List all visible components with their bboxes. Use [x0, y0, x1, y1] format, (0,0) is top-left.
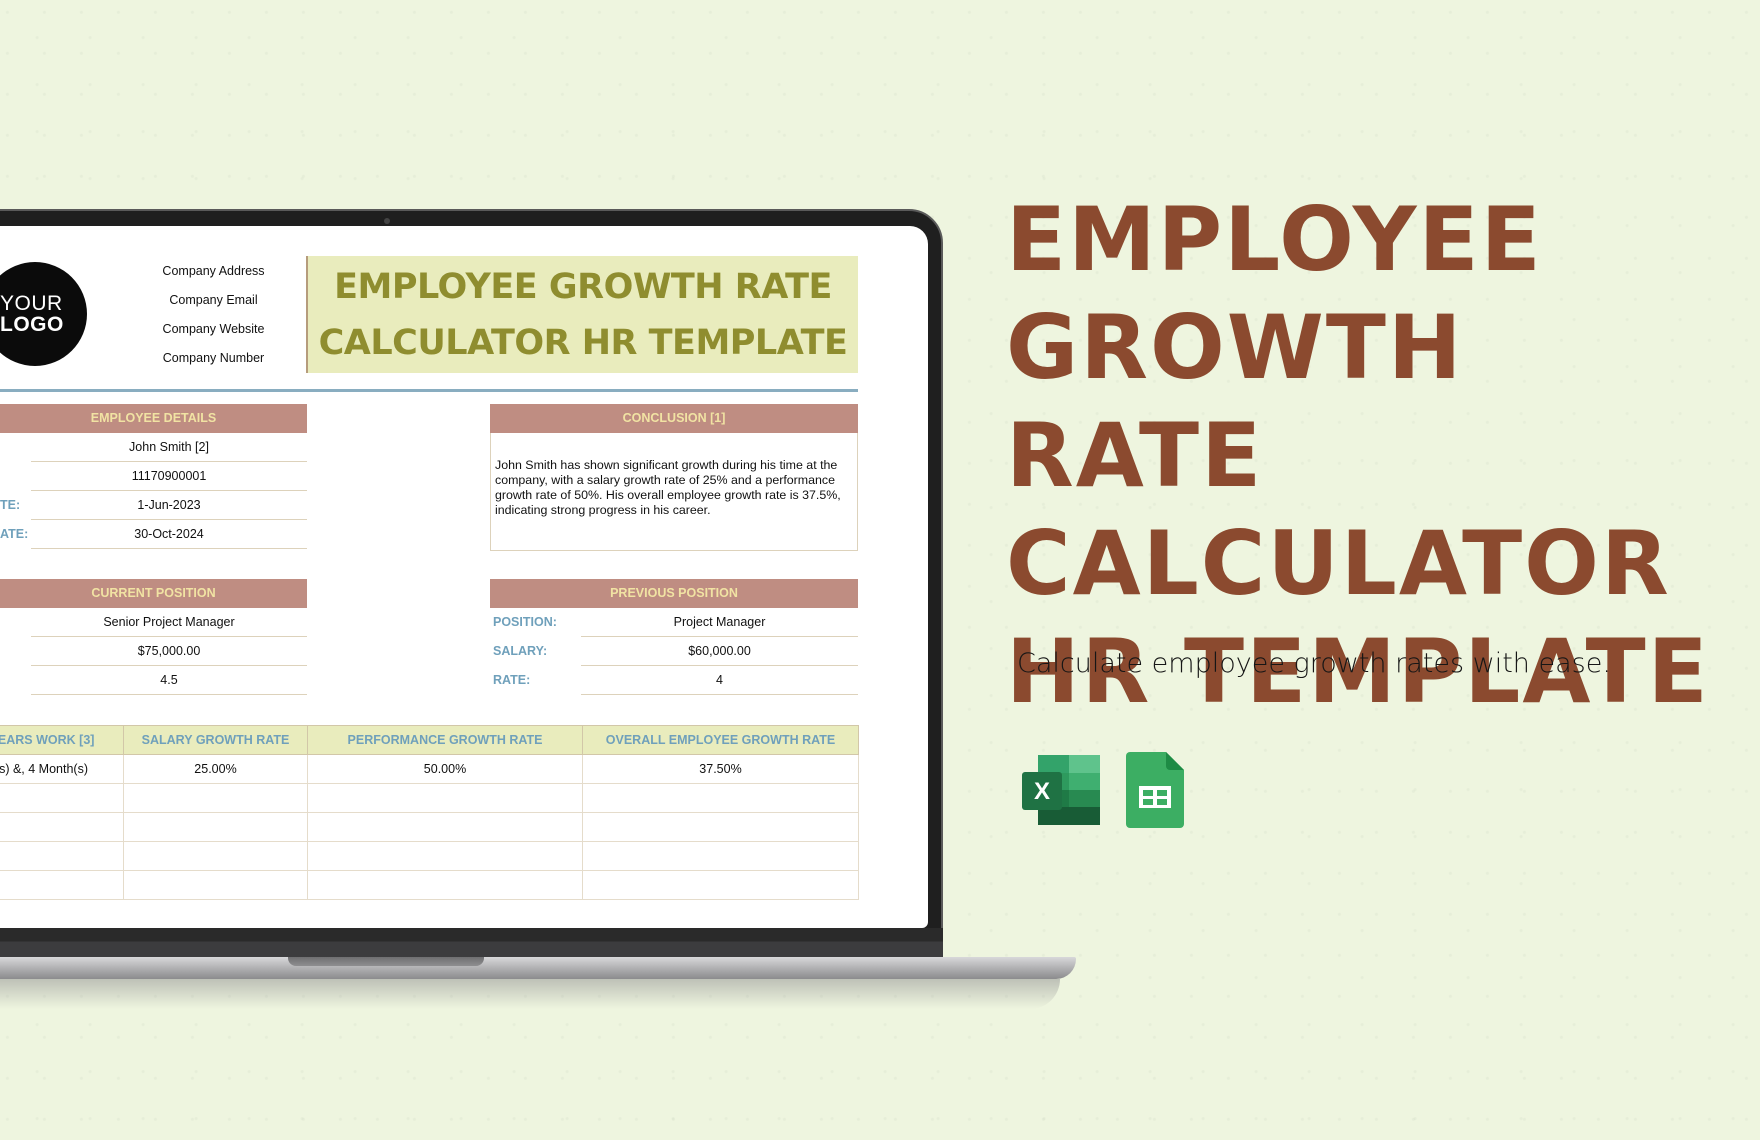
start-date-label: TE:: [0, 498, 21, 512]
conclusion-header: CONCLUSION [1]: [490, 404, 858, 433]
current-rate-cell[interactable]: 4.5: [31, 666, 307, 695]
overall-growth-cell[interactable]: 37.50%: [582, 754, 859, 784]
current-date-cell[interactable]: 30-Oct-2024: [31, 520, 307, 549]
previous-position-label: POSITION:: [493, 615, 557, 629]
table-cell[interactable]: [123, 812, 308, 842]
performance-growth-cell[interactable]: 50.00%: [307, 754, 583, 784]
current-rate-row: 4.5: [0, 666, 307, 695]
current-position-row: Senior Project Manager: [0, 608, 307, 637]
growth-rate-table: YEARS WORK [3] SALARY GROWTH RATE PERFOR…: [0, 725, 859, 900]
laptop-notch: [288, 957, 484, 966]
previous-rate-row: RATE: 4: [493, 666, 858, 695]
previous-salary-label: SALARY:: [493, 644, 548, 658]
table-cell[interactable]: [123, 870, 308, 900]
table-cell[interactable]: [123, 841, 308, 871]
previous-position-row: POSITION: Project Manager: [493, 608, 858, 637]
table-row: s) &, 4 Month(s) 25.00% 50.00% 37.50%: [0, 754, 859, 784]
sheet-title-line-1: EMPLOYEE GROWTH RATE: [334, 266, 832, 307]
table-cell[interactable]: [307, 783, 583, 813]
company-info: Company Address Company Email Company We…: [140, 262, 287, 378]
col-overall-growth-rate: OVERALL EMPLOYEE GROWTH RATE: [582, 725, 859, 755]
excel-icon[interactable]: X: [1022, 755, 1100, 825]
company-website[interactable]: Company Website: [140, 320, 287, 349]
company-number[interactable]: Company Number: [140, 349, 287, 378]
previous-position-header: PREVIOUS POSITION: [490, 579, 858, 608]
table-cell[interactable]: [582, 812, 859, 842]
employee-name-cell[interactable]: John Smith [2]: [31, 433, 307, 462]
logo-line-1: YOUR: [0, 292, 63, 315]
table-cell[interactable]: [0, 812, 124, 842]
table-row: [0, 812, 859, 842]
current-salary-cell[interactable]: $75,000.00: [31, 637, 307, 666]
header-divider: [0, 389, 858, 392]
laptop-base: [0, 957, 1076, 979]
hero-title-line-2: GROWTH RATE: [1006, 296, 1464, 507]
sheet-title: EMPLOYEE GROWTH RATE CALCULATOR HR TEMPL…: [306, 256, 858, 373]
start-date-cell[interactable]: 1-Jun-2023: [31, 491, 307, 520]
table-cell[interactable]: [582, 870, 859, 900]
current-date-label: ATE:: [0, 527, 29, 541]
previous-rate-label: RATE:: [493, 673, 531, 687]
employee-name-row: John Smith [2]: [0, 433, 307, 462]
current-date-row: ATE: 30-Oct-2024: [0, 520, 307, 549]
table-header-row: YEARS WORK [3] SALARY GROWTH RATE PERFOR…: [0, 725, 859, 755]
table-cell[interactable]: [0, 870, 124, 900]
table-cell[interactable]: [307, 841, 583, 871]
col-performance-growth-rate: PERFORMANCE GROWTH RATE: [307, 725, 583, 755]
employee-id-row: 11170900001: [0, 462, 307, 491]
table-row: [0, 870, 859, 900]
previous-rate-cell[interactable]: 4: [581, 666, 858, 695]
col-salary-growth-rate: SALARY GROWTH RATE: [123, 725, 308, 755]
table-cell[interactable]: [123, 783, 308, 813]
salary-growth-cell[interactable]: 25.00%: [123, 754, 308, 784]
table-cell[interactable]: [307, 870, 583, 900]
table-row: [0, 841, 859, 871]
previous-salary-cell[interactable]: $60,000.00: [581, 637, 858, 666]
sheet-title-line-2: CALCULATOR HR TEMPLATE: [318, 322, 848, 363]
tagline: Calculate employee growth rates with eas…: [1017, 648, 1611, 679]
table-row: [0, 783, 859, 813]
previous-salary-row: SALARY: $60,000.00: [493, 637, 858, 666]
google-sheets-icon[interactable]: [1126, 752, 1184, 828]
laptop-shadow: [0, 979, 1060, 1009]
previous-position-cell[interactable]: Project Manager: [581, 608, 858, 637]
laptop-screen: YOUR LOGO Company Address Company Email …: [0, 226, 928, 928]
table-cell[interactable]: [307, 812, 583, 842]
conclusion-text[interactable]: John Smith has shown significant growth …: [490, 433, 858, 551]
table-cell[interactable]: [582, 783, 859, 813]
company-logo: YOUR LOGO: [0, 262, 87, 366]
table-cell[interactable]: [0, 783, 124, 813]
excel-x-glyph: X: [1034, 778, 1050, 805]
table-cell[interactable]: [582, 841, 859, 871]
hero-title: EMPLOYEE GROWTH RATE CALCULATOR HR TEMPL…: [1006, 186, 1746, 726]
current-position-header: CURRENT POSITION: [0, 579, 307, 608]
laptop-bezel-bottom: [0, 928, 943, 958]
years-work-cell[interactable]: s) &, 4 Month(s): [0, 754, 124, 784]
company-address[interactable]: Company Address: [140, 262, 287, 291]
table-cell[interactable]: [0, 841, 124, 871]
start-date-row: TE: 1-Jun-2023: [0, 491, 307, 520]
col-years-work: YEARS WORK [3]: [0, 725, 124, 755]
current-position-cell[interactable]: Senior Project Manager: [31, 608, 307, 637]
employee-details-header: EMPLOYEE DETAILS: [0, 404, 307, 433]
employee-id-cell[interactable]: 11170900001: [31, 462, 307, 491]
company-email[interactable]: Company Email: [140, 291, 287, 320]
current-salary-row: $75,000.00: [0, 637, 307, 666]
hero-title-line-3: CALCULATOR: [1006, 512, 1671, 615]
camera-icon: [384, 218, 390, 224]
hero-title-line-1: EMPLOYEE: [1006, 188, 1543, 291]
logo-line-2: LOGO: [0, 313, 64, 336]
